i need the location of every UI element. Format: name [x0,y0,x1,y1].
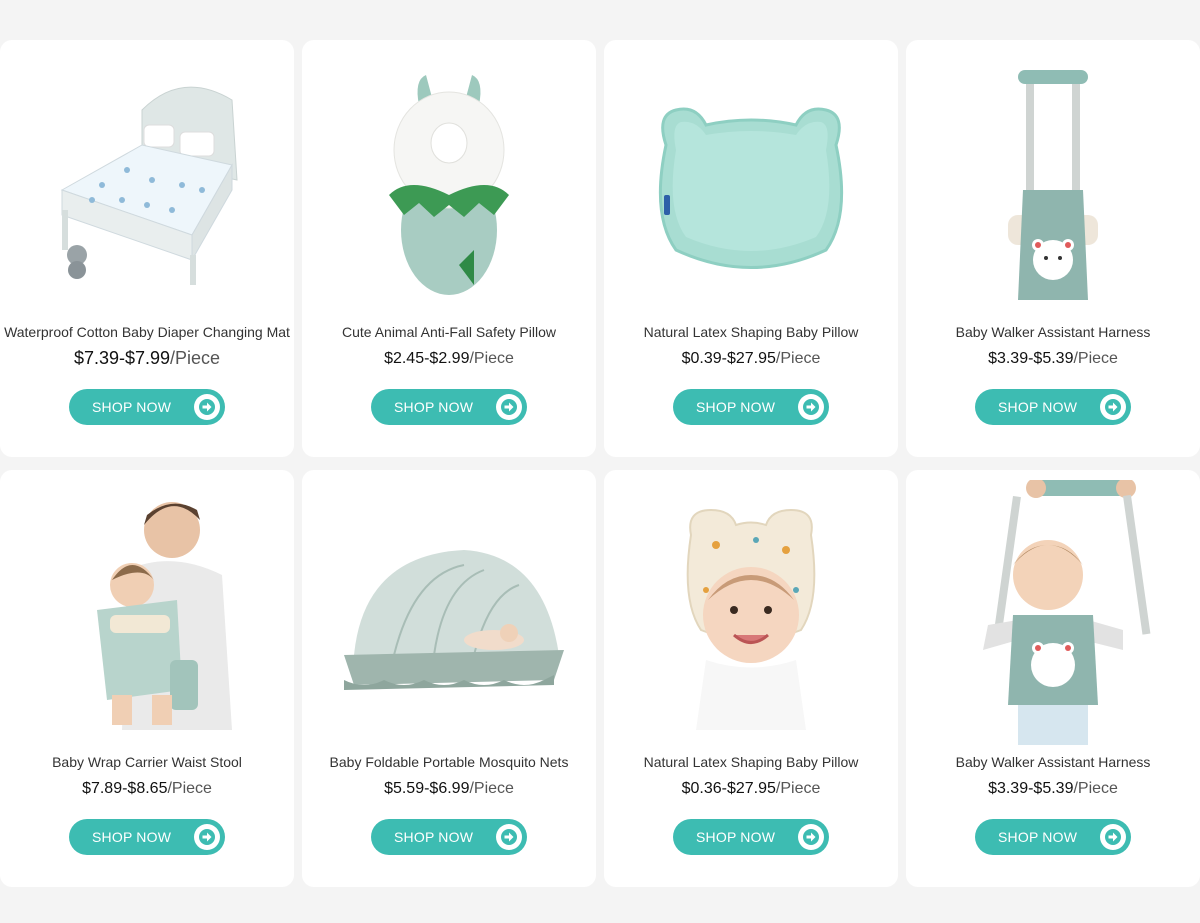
product-image[interactable] [0,480,294,750]
arrow-right-icon [496,394,522,420]
product-price: $3.39-$5.39/Piece [988,780,1118,797]
dino-pillow-image [389,75,509,295]
baby-pillow-image [686,508,816,730]
arrow-right-icon [496,824,522,850]
product-image[interactable] [906,50,1200,320]
product-name[interactable]: Baby Walker Assistant Harness [906,324,1200,340]
shop-now-button[interactable]: SHOP NOW [975,819,1131,855]
shop-now-button[interactable]: SHOP NOW [69,389,225,425]
product-name[interactable]: Natural Latex Shaping Baby Pillow [604,324,898,340]
product-image[interactable] [302,50,596,320]
product-image[interactable] [906,480,1200,750]
baby-carrier-image [97,502,232,730]
product-name[interactable]: Baby Wrap Carrier Waist Stool [0,754,294,770]
product-price: $0.39-$27.95/Piece [681,350,821,367]
product-card[interactable]: Natural Latex Shaping Baby Pillow $0.36-… [604,470,898,887]
shop-now-button[interactable]: SHOP NOW [371,819,527,855]
product-price: $3.39-$5.39/Piece [988,350,1118,367]
mosquito-net-image [344,550,564,690]
walker-baby-image [983,480,1151,745]
product-price: $7.89-$8.65/Piece [82,780,212,797]
shop-now-button[interactable]: SHOP NOW [69,819,225,855]
product-grid: Waterproof Cotton Baby Diaper Changing M… [0,40,1200,887]
bed-mat-image [60,86,238,285]
product-image[interactable] [604,480,898,750]
product-image[interactable] [302,480,596,750]
product-name[interactable]: Natural Latex Shaping Baby Pillow [604,754,898,770]
product-image[interactable] [604,50,898,320]
product-name[interactable]: Baby Foldable Portable Mosquito Nets [302,754,596,770]
latex-pillow-image [658,107,844,269]
shop-now-button[interactable]: SHOP NOW [673,389,829,425]
product-name[interactable]: Cute Animal Anti-Fall Safety Pillow [302,324,596,340]
product-name[interactable]: Baby Walker Assistant Harness [906,754,1200,770]
arrow-right-icon [1100,394,1126,420]
arrow-right-icon [194,394,220,420]
product-price: $0.36-$27.95/Piece [681,780,821,797]
product-card[interactable]: Baby Walker Assistant Harness $3.39-$5.3… [906,40,1200,457]
product-name[interactable]: Waterproof Cotton Baby Diaper Changing M… [0,324,294,340]
product-price: $7.39-$7.99/Piece [73,348,221,368]
product-card[interactable]: Cute Animal Anti-Fall Safety Pillow $2.4… [302,40,596,457]
product-price: $5.59-$6.99/Piece [384,780,514,797]
product-card[interactable]: Baby Wrap Carrier Waist Stool $7.89-$8.6… [0,470,294,887]
product-price: $2.45-$2.99/Piece [384,350,514,367]
shop-now-button[interactable]: SHOP NOW [371,389,527,425]
shop-now-button[interactable]: SHOP NOW [975,389,1131,425]
product-card[interactable]: Baby Foldable Portable Mosquito Nets $5.… [302,470,596,887]
walker-harness-image [1008,70,1098,300]
shop-now-button[interactable]: SHOP NOW [673,819,829,855]
product-card[interactable]: Natural Latex Shaping Baby Pillow $0.39-… [604,40,898,457]
arrow-right-icon [798,394,824,420]
product-image[interactable] [0,50,294,320]
product-card[interactable]: Waterproof Cotton Baby Diaper Changing M… [0,40,294,457]
arrow-right-icon [1100,824,1126,850]
product-card[interactable]: Baby Walker Assistant Harness $3.39-$5.3… [906,470,1200,887]
arrow-right-icon [798,824,824,850]
arrow-right-icon [194,824,220,850]
